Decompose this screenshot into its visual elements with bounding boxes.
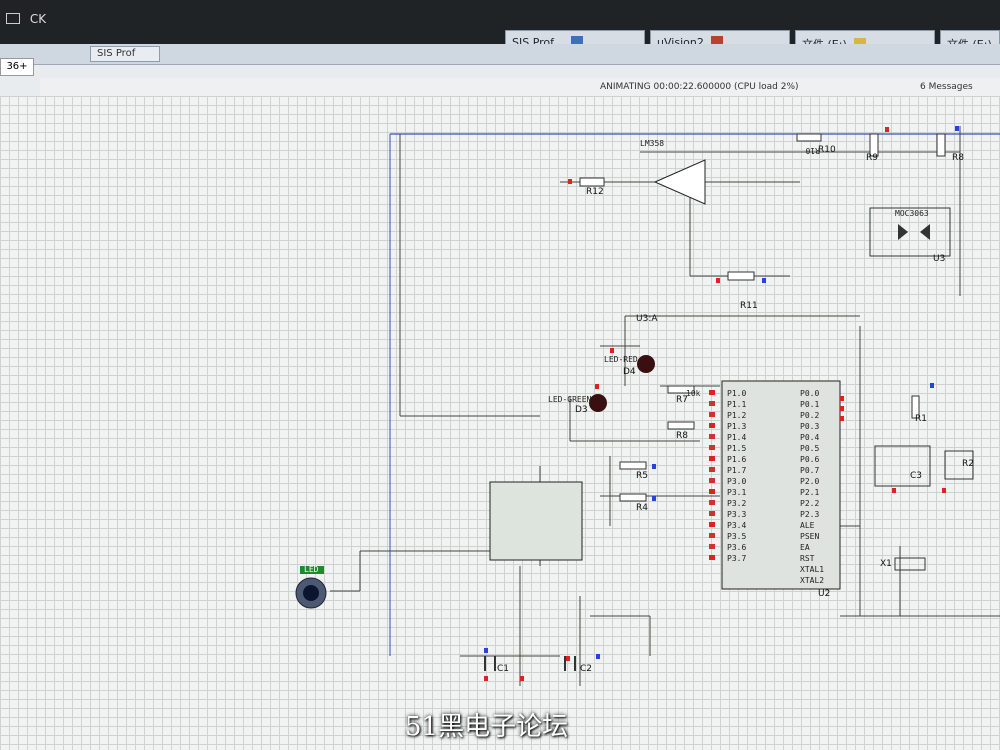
mcu-pin-state <box>709 467 715 472</box>
u2-name: U2 <box>818 589 830 599</box>
mcu-pin-state <box>709 434 715 439</box>
mcu-pin-right: RST <box>800 554 815 563</box>
system-tray[interactable]: CK <box>6 12 46 26</box>
zoom-indicator[interactable]: 36+ <box>0 58 34 76</box>
r11-name: R11 <box>740 301 758 311</box>
mcu-pin-right: XTAL1 <box>800 565 824 574</box>
mcu-pin-right: P0.1 <box>800 400 819 409</box>
r7-value: 10k <box>686 389 701 398</box>
mcu-pin-right: P0.4 <box>800 433 819 442</box>
mcu-pin-right: P2.2 <box>800 499 819 508</box>
mcu-pin-left: P3.4 <box>727 521 746 530</box>
u3a-label: U3:A <box>636 314 658 324</box>
r10-name: R10 <box>818 145 836 155</box>
d3-part: LED-GREEN <box>548 395 592 404</box>
document-tab-bar: SIS Prof <box>0 44 1000 65</box>
mcu-pin-right: P0.2 <box>800 411 819 420</box>
mcu-pin-state <box>709 511 715 516</box>
mcu-pin-left: P3.7 <box>727 554 746 563</box>
mcu-pin-right: P0.5 <box>800 444 819 453</box>
mcu-pin-left: P1.5 <box>727 444 746 453</box>
mcu-pin-left: P1.1 <box>727 400 746 409</box>
mcu-pin-left: P1.7 <box>727 466 746 475</box>
mcu-pin-state <box>709 423 715 428</box>
r4-name: R4 <box>636 503 648 513</box>
mcu-pin-state <box>709 544 715 549</box>
mcu-pin-left: P3.2 <box>727 499 746 508</box>
mcu-pin-left: P1.2 <box>727 411 746 420</box>
mcu-pin-left: P3.0 <box>727 477 746 486</box>
tab-schematic[interactable]: SIS Prof <box>90 46 160 62</box>
taskbar: CK SIS Prof... µVision2 文件 (E:) 文件 (E:) <box>0 0 1000 57</box>
mcu-pin-right: P0.6 <box>800 455 819 464</box>
r8-name: R8 <box>676 431 688 441</box>
mcu-pin-left: P1.0 <box>727 389 746 398</box>
opto-part: MOC3063 <box>895 209 929 218</box>
mcu-pin-state <box>709 555 715 560</box>
c3-name: C3 <box>910 471 922 481</box>
mcu-pin-state <box>709 445 715 450</box>
opamp-part: LM358 <box>640 139 664 148</box>
mcu-pin-state <box>709 412 715 417</box>
mcu-pin-state <box>709 522 715 527</box>
schematic-canvas[interactable]: R10 P1.0 P1.1 P1.2 P1.3 P1.4 P1.5 P1.6 P1.7 P3.0… <box>0 96 1000 750</box>
r12-name: R12 <box>586 187 604 197</box>
mcu-pin-state <box>709 390 715 395</box>
mcu-pin-state <box>709 456 715 461</box>
forum-watermark: 51黑电子论坛 <box>405 712 569 742</box>
mcu-pin-state <box>709 489 715 494</box>
r1-name: R1 <box>915 414 927 424</box>
mcu-pin-right: PSEN <box>800 532 819 541</box>
mcu-pin-right: P0.0 <box>800 389 819 398</box>
mcu-pin-left: P3.6 <box>727 543 746 552</box>
mcu-pin-left: P3.3 <box>727 510 746 519</box>
mcu-pin-right: EA <box>800 543 810 552</box>
monitor-icon <box>6 13 20 24</box>
tab-label: SIS Prof <box>97 48 136 59</box>
mcu-pin-right: P2.0 <box>800 477 819 486</box>
u3-label: U3 <box>933 254 945 264</box>
mcu-pin-left: P1.4 <box>727 433 746 442</box>
messages-count[interactable]: 6 Messages <box>920 82 973 92</box>
d4-part: LED-RED <box>604 355 638 364</box>
r5-name: R5 <box>636 471 648 481</box>
zoom-label: 36+ <box>6 61 28 72</box>
mcu-pin-left: P1.6 <box>727 455 746 464</box>
animation-status: ANIMATING 00:00:22.600000 (CPU load 2%) <box>600 82 799 92</box>
r2-name: R2 <box>962 459 974 469</box>
schematic-drawing: R10 P1.0 P1.1 P1.2 P1.3 P1.4 P1.5 P1.6 P1.7 P3.0… <box>295 126 1000 686</box>
x1-name: X1 <box>880 559 892 569</box>
r8-top-name: R8 <box>952 153 964 163</box>
mcu-pin-left: P3.5 <box>727 532 746 541</box>
simulation-status-bar: 6 Messages ANIMATING 00:00:22.600000 (CP… <box>40 78 1000 97</box>
mcu-pin-right: P2.3 <box>800 510 819 519</box>
mcu-pin-left: P1.3 <box>727 422 746 431</box>
mcu-pin-right: P0.7 <box>800 466 819 475</box>
c2-name: C2 <box>580 664 592 674</box>
mcu-pin-state <box>709 401 715 406</box>
system-tray-label: CK <box>29 12 47 26</box>
mcu-pin-left: P3.1 <box>727 488 746 497</box>
r9-name: R9 <box>866 153 878 163</box>
mcu-pin-right: ALE <box>800 521 815 530</box>
mcu-pin-state <box>709 500 715 505</box>
mcu-pin-right: P0.3 <box>800 422 819 431</box>
c1-name: C1 <box>497 664 509 674</box>
mcu-pin-right: XTAL2 <box>800 576 824 585</box>
d3-name: D3 <box>575 405 588 415</box>
led-name: LED <box>304 565 319 574</box>
d4-name: D4 <box>623 367 636 377</box>
mcu-pin-state <box>709 533 715 538</box>
mcu-pin-right: P2.1 <box>800 488 819 497</box>
mcu-pin-state <box>709 478 715 483</box>
